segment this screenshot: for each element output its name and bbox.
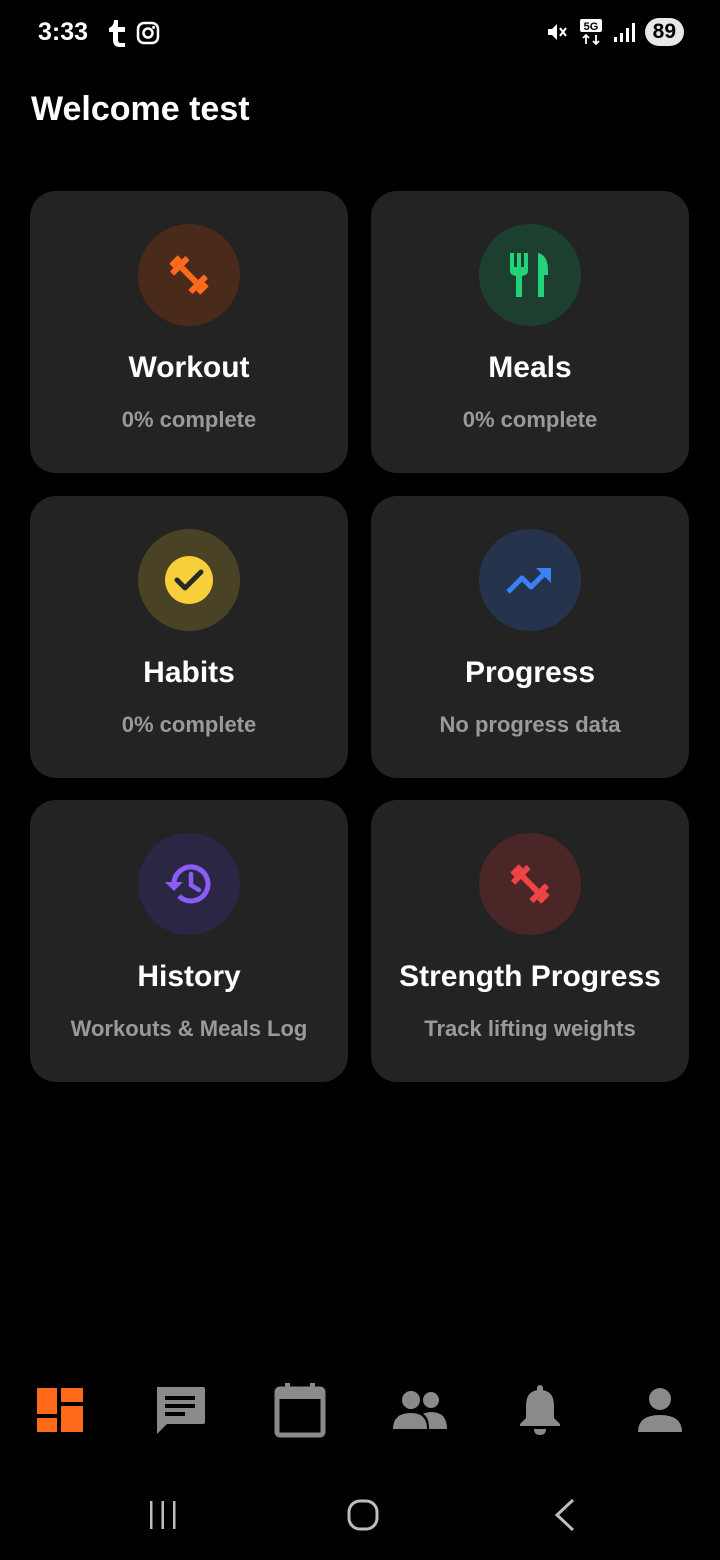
- battery-indicator: 89: [644, 18, 684, 46]
- dumbbell-icon: [169, 255, 209, 295]
- card-subtitle: 0% complete: [121, 407, 257, 432]
- nav-dashboard[interactable]: [30, 1380, 90, 1440]
- check-circle-icon: [165, 556, 213, 604]
- nav-chat[interactable]: [150, 1380, 210, 1440]
- nav-notifications[interactable]: [510, 1380, 570, 1440]
- signal-icon: [613, 23, 635, 42]
- nav-people[interactable]: [390, 1380, 450, 1440]
- card-subtitle: 0% complete: [121, 712, 257, 737]
- meals-icon-circle: [479, 224, 581, 326]
- network-5g-icon: 5G: [579, 19, 602, 46]
- utensils-icon: [510, 253, 548, 297]
- mute-icon: [547, 24, 567, 40]
- notification-icons: [106, 18, 160, 48]
- meals-card[interactable]: Meals 0% complete: [371, 191, 689, 473]
- person-icon: [638, 1388, 682, 1432]
- strength-progress-card[interactable]: Strength Progress Track lifting weights: [371, 800, 689, 1082]
- chat-icon: [157, 1387, 205, 1434]
- instagram-icon: [136, 21, 160, 45]
- progress-icon-circle: [479, 529, 581, 631]
- status-time: 3:33: [38, 18, 89, 46]
- nav-calendar[interactable]: [270, 1380, 330, 1440]
- system-nav-bar: [0, 1480, 720, 1550]
- history-card[interactable]: History Workouts & Meals Log: [30, 800, 348, 1082]
- card-subtitle: Workouts & Meals Log: [70, 1016, 308, 1041]
- svg-text:5G: 5G: [583, 21, 598, 33]
- card-subtitle: Track lifting weights: [424, 1016, 636, 1041]
- bottom-nav: [0, 1370, 720, 1450]
- calendar-icon: [274, 1383, 326, 1438]
- strength-icon-circle: [479, 833, 581, 935]
- bell-icon: [520, 1385, 560, 1435]
- tumblr-icon: [109, 20, 125, 47]
- dumbbell-icon: [510, 864, 550, 904]
- card-title: Workout: [128, 351, 250, 384]
- nav-profile[interactable]: [630, 1380, 690, 1440]
- recent-apps-icon: [150, 1501, 176, 1529]
- card-title: History: [137, 960, 241, 993]
- recent-apps-button[interactable]: [138, 1492, 188, 1538]
- progress-card[interactable]: Progress No progress data: [371, 496, 689, 778]
- card-title: Meals: [488, 351, 572, 384]
- card-subtitle: No progress data: [439, 712, 621, 737]
- habits-card[interactable]: Habits 0% complete: [30, 496, 348, 778]
- back-button[interactable]: [540, 1492, 590, 1538]
- history-icon-circle: [138, 833, 240, 935]
- status-bar: 3:33 5G 89: [0, 0, 720, 68]
- trending-up-icon: [506, 568, 551, 594]
- home-icon: [347, 1499, 379, 1531]
- people-icon: [393, 1391, 447, 1429]
- habits-icon-circle: [138, 529, 240, 631]
- home-button[interactable]: [338, 1492, 388, 1538]
- card-title: Habits: [143, 656, 235, 689]
- workout-icon-circle: [138, 224, 240, 326]
- card-title: Progress: [464, 656, 596, 689]
- workout-card[interactable]: Workout 0% complete: [30, 191, 348, 473]
- card-title: Strength Progress: [399, 960, 661, 993]
- back-icon: [554, 1498, 575, 1532]
- card-subtitle: 0% complete: [462, 407, 598, 432]
- status-right: 5G 89: [545, 18, 684, 46]
- page-title: Welcome test: [31, 90, 250, 128]
- dashboard-icon: [37, 1388, 83, 1432]
- history-icon: [165, 864, 211, 904]
